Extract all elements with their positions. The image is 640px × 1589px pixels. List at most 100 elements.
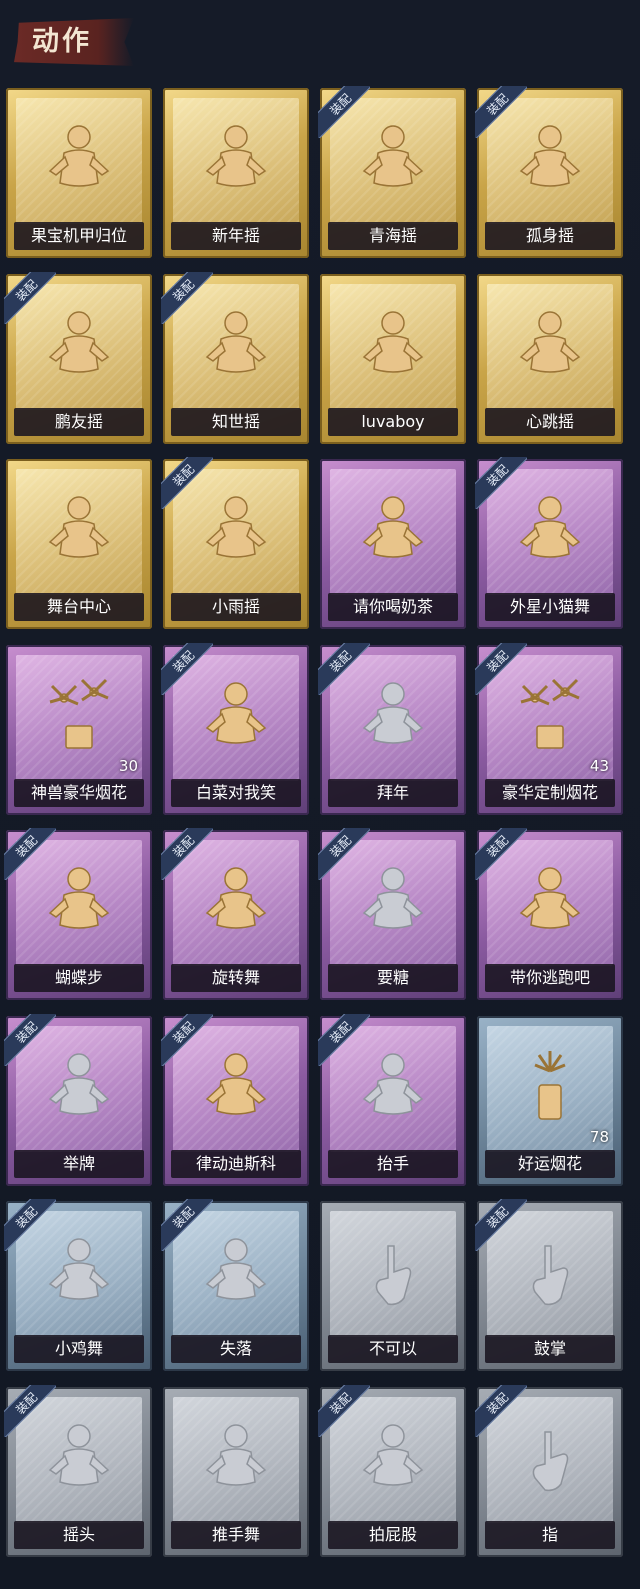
emote-label: 失落 [171,1335,301,1363]
equipped-badge: 装配 [161,1013,213,1066]
figure-icon [163,110,309,206]
emote-label: 白菜对我笑 [171,778,301,807]
emote-label: 舞台中心 [14,593,144,621]
equipped-badge-label: 装配 [4,1384,56,1437]
emote-label: 小雨摇 [171,593,301,621]
emote-card[interactable]: 30 神兽豪华烟花 [6,644,152,815]
emote-label: 鹏友摇 [14,407,144,436]
emote-card[interactable]: 外星小猫舞 装配 [475,457,623,629]
figure-icon [6,110,152,206]
equipped-badge: 装配 [161,1199,213,1251]
equipped-badge-label: 装配 [4,1199,56,1251]
emote-label: 推手舞 [171,1520,301,1549]
equipped-badge: 装配 [475,642,527,695]
equipped-badge-label: 装配 [4,271,56,324]
equipped-badge: 装配 [4,1384,56,1437]
page-title: 动作 [32,26,92,57]
equipped-badge: 装配 [4,271,56,324]
emote-label: 神兽豪华烟花 [14,778,144,807]
equipped-badge: 装配 [161,271,213,324]
emote-card[interactable]: 鹏友摇 装配 [4,271,152,444]
emote-card[interactable]: 新年摇 [163,88,309,258]
emote-card[interactable]: 带你逃跑吧 装配 [475,828,623,1000]
equipped-badge-label: 装配 [318,1384,370,1437]
equipped-badge: 装配 [161,828,213,880]
equipped-badge: 装配 [318,642,370,695]
equipped-badge: 装配 [475,86,527,138]
emote-collection-page: 动作 果宝机甲归位 新年摇 青海摇 装配 孤身摇 装配 鹏友摇 装配 知世摇 装配 luvaboy 心… [0,0,640,1589]
emote-label: 旋转舞 [171,964,301,992]
emote-label: 知世摇 [171,407,301,436]
emote-label: 果宝机甲归位 [14,222,144,250]
equipped-badge: 装配 [475,1199,527,1251]
emote-card[interactable]: luvaboy [320,273,466,444]
equipped-badge-label: 装配 [475,457,527,509]
item-count: 78 [589,1127,609,1146]
equipped-badge-label: 装配 [318,642,370,695]
emote-label: 孤身摇 [485,222,615,250]
emote-card[interactable]: 指 装配 [475,1384,623,1557]
emote-card[interactable]: 要糖 装配 [318,828,466,1000]
emote-card[interactable]: 43 豪华定制烟花 装配 [475,642,623,815]
emote-label: 要糖 [328,964,458,992]
emote-card[interactable]: 小雨摇 装配 [161,457,309,629]
emote-card[interactable]: 旋转舞 装配 [161,828,309,1000]
emote-label: 律动迪斯科 [171,1149,301,1178]
emote-card[interactable]: 拜年 装配 [318,642,466,815]
equipped-badge: 装配 [475,457,527,509]
emote-label: 小鸡舞 [14,1335,144,1363]
figure-icon [163,1409,309,1505]
equipped-badge: 装配 [318,1013,370,1066]
equipped-badge: 装配 [4,1013,56,1066]
emote-card[interactable]: 78 好运烟花 [477,1015,623,1186]
emote-card[interactable]: 孤身摇 装配 [475,86,623,258]
equipped-badge: 装配 [475,828,527,880]
emote-card[interactable]: 舞台中心 [6,459,152,629]
emote-label: 心跳摇 [485,407,615,436]
emote-card[interactable]: 抬手 装配 [318,1013,466,1186]
emote-label: 抬手 [328,1149,458,1178]
hand-icon [320,1223,466,1319]
equipped-badge-label: 装配 [4,1013,56,1066]
emote-card[interactable]: 拍屁股 装配 [318,1384,466,1557]
equipped-badge-label: 装配 [318,1013,370,1066]
equipped-badge-label: 装配 [318,86,370,138]
emote-label: 指 [485,1520,615,1549]
emote-card[interactable]: 知世摇 装配 [161,271,309,444]
emote-card[interactable]: 推手舞 [163,1386,309,1557]
equipped-badge-label: 装配 [475,1199,527,1251]
emote-card[interactable]: 不可以 [320,1201,466,1371]
firework-can-icon [477,1038,623,1134]
equipped-badge-label: 装配 [161,457,213,509]
emote-card[interactable]: 蝴蝶步 装配 [4,828,152,1000]
emote-label: 请你喝奶茶 [328,593,458,621]
equipped-badge: 装配 [161,457,213,509]
emote-card[interactable]: 律动迪斯科 装配 [161,1013,309,1186]
equipped-badge-label: 装配 [161,1199,213,1251]
emote-label: 豪华定制烟花 [485,778,615,807]
emote-label: 拍屁股 [328,1520,458,1549]
emote-card[interactable]: 白菜对我笑 装配 [161,642,309,815]
emote-card[interactable]: 果宝机甲归位 [6,88,152,258]
emote-card[interactable]: 失落 装配 [161,1199,309,1371]
emote-label: 外星小猫舞 [485,593,615,621]
emote-card[interactable]: 小鸡舞 装配 [4,1199,152,1371]
equipped-badge: 装配 [318,86,370,138]
fireworks-icon [6,667,152,763]
item-count: 30 [118,756,138,775]
emote-card[interactable]: 心跳摇 [477,273,623,444]
equipped-badge: 装配 [161,642,213,695]
emote-label: 新年摇 [171,222,301,250]
emote-label: 举牌 [14,1149,144,1178]
figure-icon [477,296,623,392]
equipped-badge-label: 装配 [475,642,527,695]
emote-label: 青海摇 [328,222,458,250]
emote-card[interactable]: 青海摇 装配 [318,86,466,258]
emote-card[interactable]: 举牌 装配 [4,1013,152,1186]
emote-card[interactable]: 摇头 装配 [4,1384,152,1557]
equipped-badge: 装配 [475,1384,527,1437]
emote-card[interactable]: 鼓掌 装配 [475,1199,623,1371]
equipped-badge: 装配 [4,828,56,880]
emote-label: 蝴蝶步 [14,964,144,992]
emote-card[interactable]: 请你喝奶茶 [320,459,466,629]
